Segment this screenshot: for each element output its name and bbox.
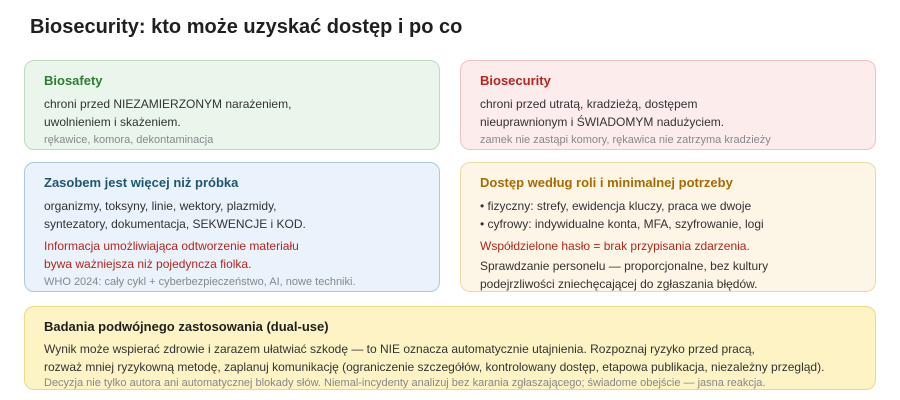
page-title: Biosecurity: kto może uzyskać dostęp i p… — [30, 16, 463, 38]
dual-use-description-line: Wynik może wspierać zdrowie i zarazem uł… — [44, 342, 755, 356]
dual-use-note: Decyzja nie tylko autora ani automatyczn… — [44, 377, 766, 389]
biosecurity-description-line: chroni przed utratą, kradzieżą, dostępem — [480, 97, 698, 111]
biosecurity-card: Biosecurity chroni przed utratą, kradzie… — [460, 60, 876, 150]
access-card: Dostęp według roli i minimalnej potrzeby… — [460, 162, 876, 292]
asset-warning-line: Informacja umożliwiająca odtworzenie mat… — [44, 239, 299, 253]
biosecurity-description-line: nieuprawnionym i ŚWIADOMYM nadużyciem. — [480, 115, 725, 129]
asset-card-title: Zasobem jest więcej niż próbka — [44, 175, 239, 190]
access-bullet-physical: • fizyczny: strefy, ewidencja kluczy, pr… — [480, 199, 752, 213]
dual-use-card: Badania podwójnego zastosowania (dual-us… — [24, 306, 876, 390]
asset-card: Zasobem jest więcej niż próbka organizmy… — [24, 162, 440, 292]
access-warning: Współdzielone hasło = brak przypisania z… — [480, 239, 750, 253]
asset-note: WHO 2024: cały cykl + cyberbezpieczeństw… — [44, 276, 356, 288]
dual-use-description-line: rozważ mniej ryzykowną metodę, zaplanuj … — [44, 360, 825, 374]
biosafety-card-title: Biosafety — [44, 73, 103, 88]
asset-description-line: organizmy, toksyny, linie, wektory, plaz… — [44, 199, 277, 213]
biosafety-description-line: chroni przed NIEZAMIERZONYM narażeniem, — [44, 97, 292, 111]
asset-warning-line: bywa ważniejsza niż pojedyncza fiolka. — [44, 257, 252, 271]
biosafety-note: rękawice, komora, dekontaminacja — [44, 134, 214, 146]
access-card-title: Dostęp według roli i minimalnej potrzeby — [480, 175, 733, 190]
access-description-line: Sprawdzanie personelu — proporcjonalne, … — [480, 259, 769, 273]
biosafety-card: Biosafety chroni przed NIEZAMIERZONYM na… — [24, 60, 440, 150]
asset-description-line: syntezatory, dokumentacja, SEKWENCJE i K… — [44, 217, 306, 231]
access-description-line: podejrzliwości zniechęcającej do zgłasza… — [480, 277, 758, 291]
biosecurity-card-title: Biosecurity — [480, 73, 551, 88]
dual-use-card-title: Badania podwójnego zastosowania (dual-us… — [44, 319, 329, 334]
biosafety-description-line: uwolnieniem i skażeniem. — [44, 115, 181, 129]
access-bullet-digital: • cyfrowy: indywidualne konta, MFA, szyf… — [480, 217, 764, 231]
biosecurity-note: zamek nie zastąpi komory, rękawica nie z… — [480, 134, 771, 146]
